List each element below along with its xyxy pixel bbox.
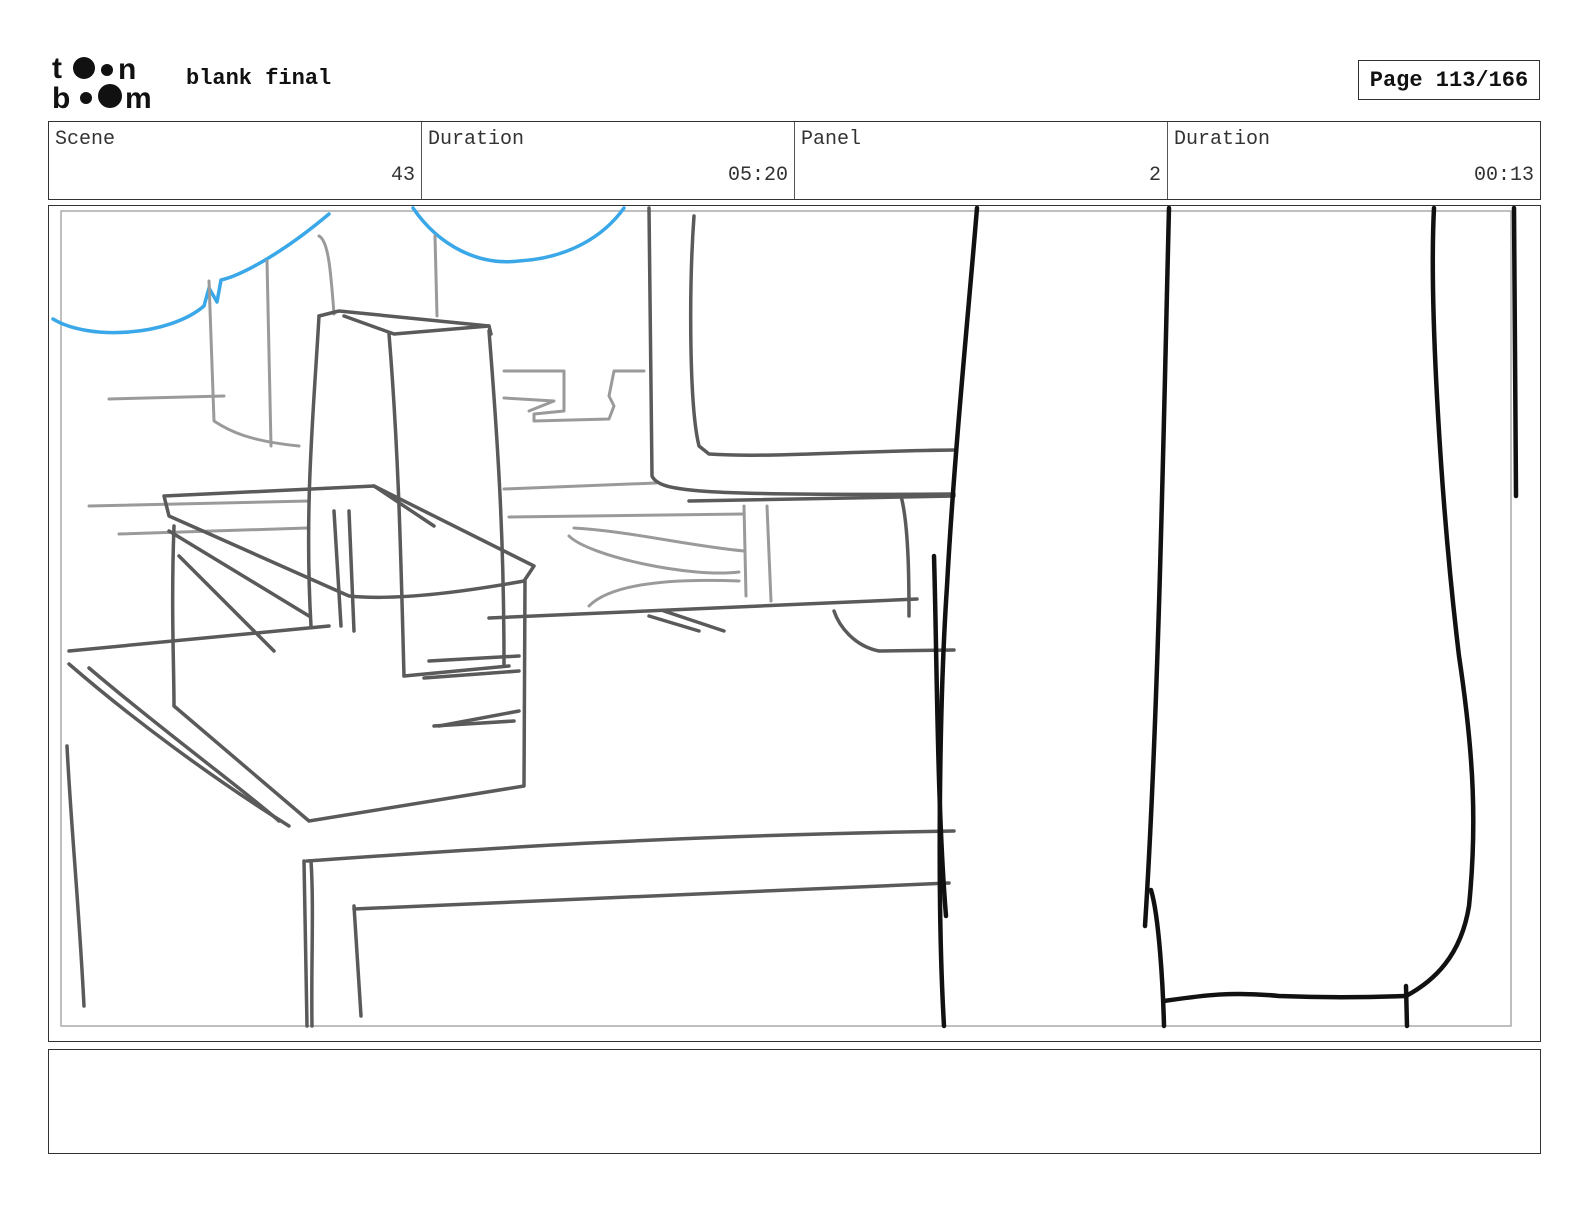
panel-info-row: Scene 43 Duration 05:20 Panel 2 Duration…: [48, 121, 1541, 200]
cloud-outline-right: [411, 206, 626, 264]
project-title: blank final: [186, 66, 332, 91]
background-sketch: [87, 234, 773, 608]
svg-text:b: b: [52, 82, 70, 112]
panel-value: 2: [1148, 164, 1161, 187]
toon-boom-logo: t n b m: [52, 52, 164, 115]
storyboard-panel: [48, 205, 1541, 1042]
scene-value: 43: [390, 164, 415, 187]
svg-text:t: t: [52, 52, 62, 85]
foreground-sketch: [65, 206, 956, 1028]
svg-text:m: m: [125, 82, 152, 112]
scene-cell: Scene 43: [49, 122, 421, 199]
scene-duration-value: 05:20: [727, 164, 788, 187]
scene-label: Scene: [55, 128, 116, 151]
scene-duration-label: Duration: [428, 128, 525, 151]
character-figure: [931, 206, 1519, 1029]
panel-duration-label: Duration: [1174, 128, 1271, 151]
panel-notes-box[interactable]: [48, 1049, 1541, 1154]
panel-sketch: [51, 206, 1519, 1029]
scene-duration-cell: Duration 05:20: [421, 122, 794, 199]
safe-frame: [60, 210, 1512, 1027]
panel-label: Panel: [801, 128, 862, 151]
panel-duration-cell: Duration 00:13: [1167, 122, 1540, 199]
cloud-outline-left: [51, 212, 331, 335]
page-indicator: Page 113/166: [1358, 60, 1540, 100]
panel-duration-value: 00:13: [1473, 164, 1534, 187]
panel-cell: Panel 2: [794, 122, 1167, 199]
